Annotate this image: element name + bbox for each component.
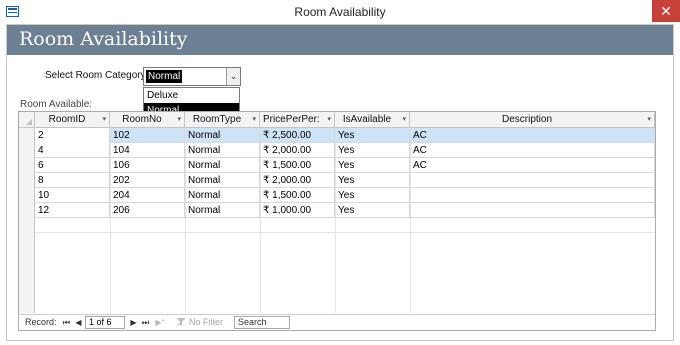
cell-roomno[interactable]: 106 bbox=[110, 158, 185, 173]
cell-isavailable[interactable]: Yes bbox=[335, 188, 410, 203]
cell-isavailable[interactable]: Yes bbox=[335, 128, 410, 143]
cell-roomno[interactable]: 204 bbox=[110, 188, 185, 203]
form-body: Room Availability Select Room Category: … bbox=[6, 24, 674, 341]
column-header-priceperperson[interactable]: PricePerPer: ▾ bbox=[260, 112, 335, 128]
cell-roomtype[interactable]: Normal bbox=[185, 203, 260, 218]
column-header-label: RoomNo bbox=[122, 114, 162, 125]
cell-description[interactable]: AC bbox=[410, 158, 655, 173]
category-label: Select Room Category: bbox=[45, 70, 149, 81]
cell-roomno[interactable]: 104 bbox=[110, 143, 185, 158]
search-input[interactable]: Search bbox=[234, 316, 290, 329]
column-header-roomid[interactable]: RoomID ▾ bbox=[35, 112, 110, 128]
cell-price[interactable]: ₹ 1,500.00 bbox=[260, 158, 335, 173]
column-header-roomtype[interactable]: RoomType ▾ bbox=[185, 112, 260, 128]
new-record-icon[interactable]: ▶* bbox=[153, 317, 167, 329]
record-label: Record: bbox=[25, 317, 57, 327]
funnel-icon[interactable] bbox=[176, 317, 186, 327]
cell-roomno[interactable]: 206 bbox=[110, 203, 185, 218]
cell-roomid[interactable]: 8 bbox=[35, 173, 110, 188]
cell-description[interactable]: AC bbox=[410, 128, 655, 143]
select-all-corner[interactable] bbox=[19, 112, 35, 128]
cell-roomtype[interactable]: Normal bbox=[185, 143, 260, 158]
form-header: Room Availability bbox=[7, 25, 673, 55]
cell-description[interactable] bbox=[410, 188, 655, 203]
category-combobox[interactable]: Normal ⌄ bbox=[143, 67, 241, 86]
cell-roomno[interactable]: 102 bbox=[110, 128, 185, 143]
filter-status[interactable]: No Filter bbox=[189, 317, 223, 327]
cell-roomtype[interactable]: Normal bbox=[185, 128, 260, 143]
subform-label: Room Available: bbox=[20, 99, 93, 110]
cell-description[interactable]: AC bbox=[410, 143, 655, 158]
sort-filter-icon[interactable]: ▾ bbox=[647, 112, 651, 128]
table-row[interactable]: 6 106 Normal ₹ 1,500.00 Yes AC bbox=[35, 158, 655, 173]
chevron-down-icon[interactable]: ⌄ bbox=[226, 68, 240, 85]
cell-isavailable[interactable]: Yes bbox=[335, 173, 410, 188]
column-header-label: Description bbox=[501, 114, 553, 125]
sort-filter-icon[interactable]: ▾ bbox=[252, 112, 256, 128]
cell-price[interactable]: ₹ 2,000.00 bbox=[260, 173, 335, 188]
column-header-label: IsAvailable bbox=[342, 114, 392, 125]
cell-roomtype[interactable]: Normal bbox=[185, 173, 260, 188]
window-titlebar: Room Availability ✕ bbox=[0, 0, 680, 24]
previous-record-icon[interactable]: ◀ bbox=[73, 317, 84, 329]
datasheet-grid: RoomID ▾ RoomNo ▾ RoomType ▾ PricePerPer: ▾ … bbox=[19, 112, 655, 313]
cell-isavailable[interactable]: Yes bbox=[335, 158, 410, 173]
category-combobox-value[interactable]: Normal bbox=[146, 70, 183, 83]
cell-price[interactable]: ₹ 1,500.00 bbox=[260, 188, 335, 203]
cell-isavailable[interactable]: Yes bbox=[335, 143, 410, 158]
table-row[interactable]: 2 102 Normal ₹ 2,500.00 Yes AC bbox=[35, 128, 655, 143]
column-header-label: PricePerPer: bbox=[263, 114, 320, 125]
record-navigation-bar: Record: ⏮ ◀ 1 of 6 ▶ ⏭ ▶* No Filter Sear… bbox=[19, 314, 655, 330]
last-record-icon[interactable]: ⏭ bbox=[140, 317, 151, 329]
cell-description[interactable] bbox=[410, 203, 655, 218]
window-title: Room Availability bbox=[294, 5, 386, 19]
table-row[interactable]: 12 206 Normal ₹ 1,000.00 Yes bbox=[35, 203, 655, 218]
table-row[interactable]: 10 204 Normal ₹ 1,500.00 Yes bbox=[35, 188, 655, 203]
column-header-description[interactable]: Description ▾ bbox=[410, 112, 655, 128]
column-header-roomno[interactable]: RoomNo ▾ bbox=[110, 112, 185, 128]
cell-price[interactable]: ₹ 2,000.00 bbox=[260, 143, 335, 158]
cell-description[interactable] bbox=[410, 173, 655, 188]
cell-roomtype[interactable]: Normal bbox=[185, 158, 260, 173]
sort-filter-icon[interactable]: ▾ bbox=[177, 112, 181, 128]
cell-roomid[interactable]: 10 bbox=[35, 188, 110, 203]
datasheet-header-row: RoomID ▾ RoomNo ▾ RoomType ▾ PricePerPer: ▾ … bbox=[19, 112, 655, 128]
next-record-icon[interactable]: ▶ bbox=[128, 317, 139, 329]
form-title: Room Availability bbox=[19, 28, 188, 50]
cell-price[interactable]: ₹ 2,500.00 bbox=[260, 128, 335, 143]
dropdown-option-deluxe[interactable]: Deluxe bbox=[144, 88, 239, 103]
cell-roomno[interactable]: 202 bbox=[110, 173, 185, 188]
record-selector-column[interactable] bbox=[19, 112, 35, 313]
cell-roomid[interactable]: 4 bbox=[35, 143, 110, 158]
room-datasheet: RoomID ▾ RoomNo ▾ RoomType ▾ PricePerPer: ▾ … bbox=[18, 111, 656, 331]
cell-roomid[interactable]: 12 bbox=[35, 203, 110, 218]
sort-filter-icon[interactable]: ▾ bbox=[402, 112, 406, 128]
first-record-icon[interactable]: ⏮ bbox=[61, 317, 72, 329]
sort-filter-icon[interactable]: ▾ bbox=[327, 112, 331, 128]
new-record-row[interactable] bbox=[35, 218, 655, 233]
sort-filter-icon[interactable]: ▾ bbox=[102, 112, 106, 128]
current-record-field[interactable]: 1 of 6 bbox=[85, 316, 125, 329]
cell-price[interactable]: ₹ 1,000.00 bbox=[260, 203, 335, 218]
cell-isavailable[interactable]: Yes bbox=[335, 203, 410, 218]
cell-roomtype[interactable]: Normal bbox=[185, 188, 260, 203]
cell-roomid[interactable]: 6 bbox=[35, 158, 110, 173]
cell-roomid[interactable]: 2 bbox=[35, 128, 110, 143]
table-row[interactable]: 8 202 Normal ₹ 2,000.00 Yes bbox=[35, 173, 655, 188]
close-button[interactable]: ✕ bbox=[652, 0, 680, 22]
table-row[interactable]: 4 104 Normal ₹ 2,000.00 Yes AC bbox=[35, 143, 655, 158]
column-header-label: RoomID bbox=[48, 114, 86, 125]
column-header-isavailable[interactable]: IsAvailable ▾ bbox=[335, 112, 410, 128]
column-header-label: RoomType bbox=[192, 114, 242, 125]
